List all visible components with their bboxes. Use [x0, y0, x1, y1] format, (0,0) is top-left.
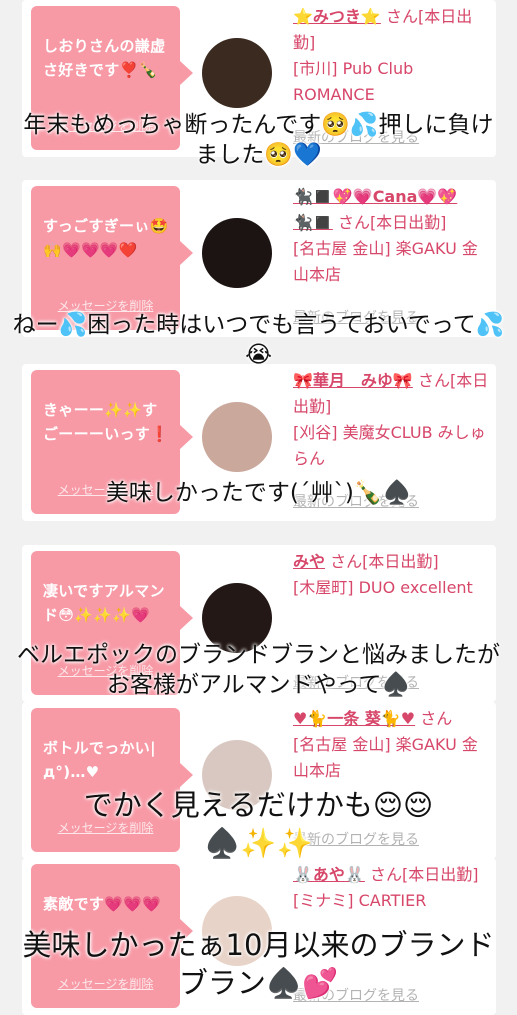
cast-status: さん	[420, 709, 453, 728]
overlay-caption: でかく見えるだけかも😌😌♠️✨✨	[83, 788, 434, 860]
message-text: 素敵です💗💗💗	[43, 895, 162, 913]
message-text: ボトルでっかい|д°)…♥	[43, 739, 156, 781]
overlay-caption: ねー💦困った時はいつでも言うておいでって💦😭	[12, 312, 505, 368]
overlay-caption: 年末もめっちゃ断ったんです🥺💦押しに負けました🥺💙	[23, 112, 494, 168]
cast-name-link[interactable]: みや	[293, 552, 325, 571]
cast-name-link[interactable]: ⭐️みつき⭐️	[293, 7, 381, 26]
message-text: きゃーー✨✨すごーーーいっす❗️	[43, 401, 170, 443]
store-label: [木屋町] DUO excellent	[293, 578, 473, 597]
store-label: [刈谷] 美魔女CLUB みしゅらん	[293, 423, 486, 468]
avatar[interactable]	[202, 402, 272, 472]
store-label: [ミナミ] CARTIER	[293, 891, 427, 910]
store-label: [名古屋 金山] 楽GAKU 金山本店	[293, 239, 478, 284]
overlay-caption: 美味しかったです(´艸`)🍾♠️	[105, 480, 412, 506]
message-bubble: すっごすぎーぃ🤩🙌💗💗💗❤️ メッセージを削除	[31, 186, 193, 330]
avatar[interactable]	[202, 218, 272, 288]
message-text: 凄いですアルマンド😳✨✨✨💗	[43, 582, 165, 624]
avatar[interactable]	[202, 38, 272, 108]
overlay-caption: ベルエポックのブランドブランと悩みましたがお客様がアルマンドやって♠️	[17, 642, 500, 698]
cast-name-link[interactable]: 🐰あや🐰	[293, 865, 365, 884]
cast-status: さん[本日出勤]	[337, 213, 447, 232]
cast-status: さん[本日出勤]	[330, 552, 439, 571]
overlay-caption: 美味しかったぁ10月以来のブランドブラン♠️💕	[22, 928, 495, 1000]
message-text: すっごすぎーぃ🤩🙌💗💗💗❤️	[43, 217, 169, 259]
message-text: しおりさんの謙虚さ好きです❣️🍾	[43, 37, 166, 79]
cast-name-link[interactable]: ♥🐈一条 葵🐈♥	[293, 709, 415, 728]
cast-name-link[interactable]: 🎀華月 みゆ🎀	[293, 371, 413, 390]
store-label: [市川] Pub Club ROMANCE	[293, 59, 414, 104]
cast-status: さん[本日出勤]	[369, 865, 479, 884]
store-label: [名古屋 金山] 楽GAKU 金山本店	[293, 735, 478, 780]
